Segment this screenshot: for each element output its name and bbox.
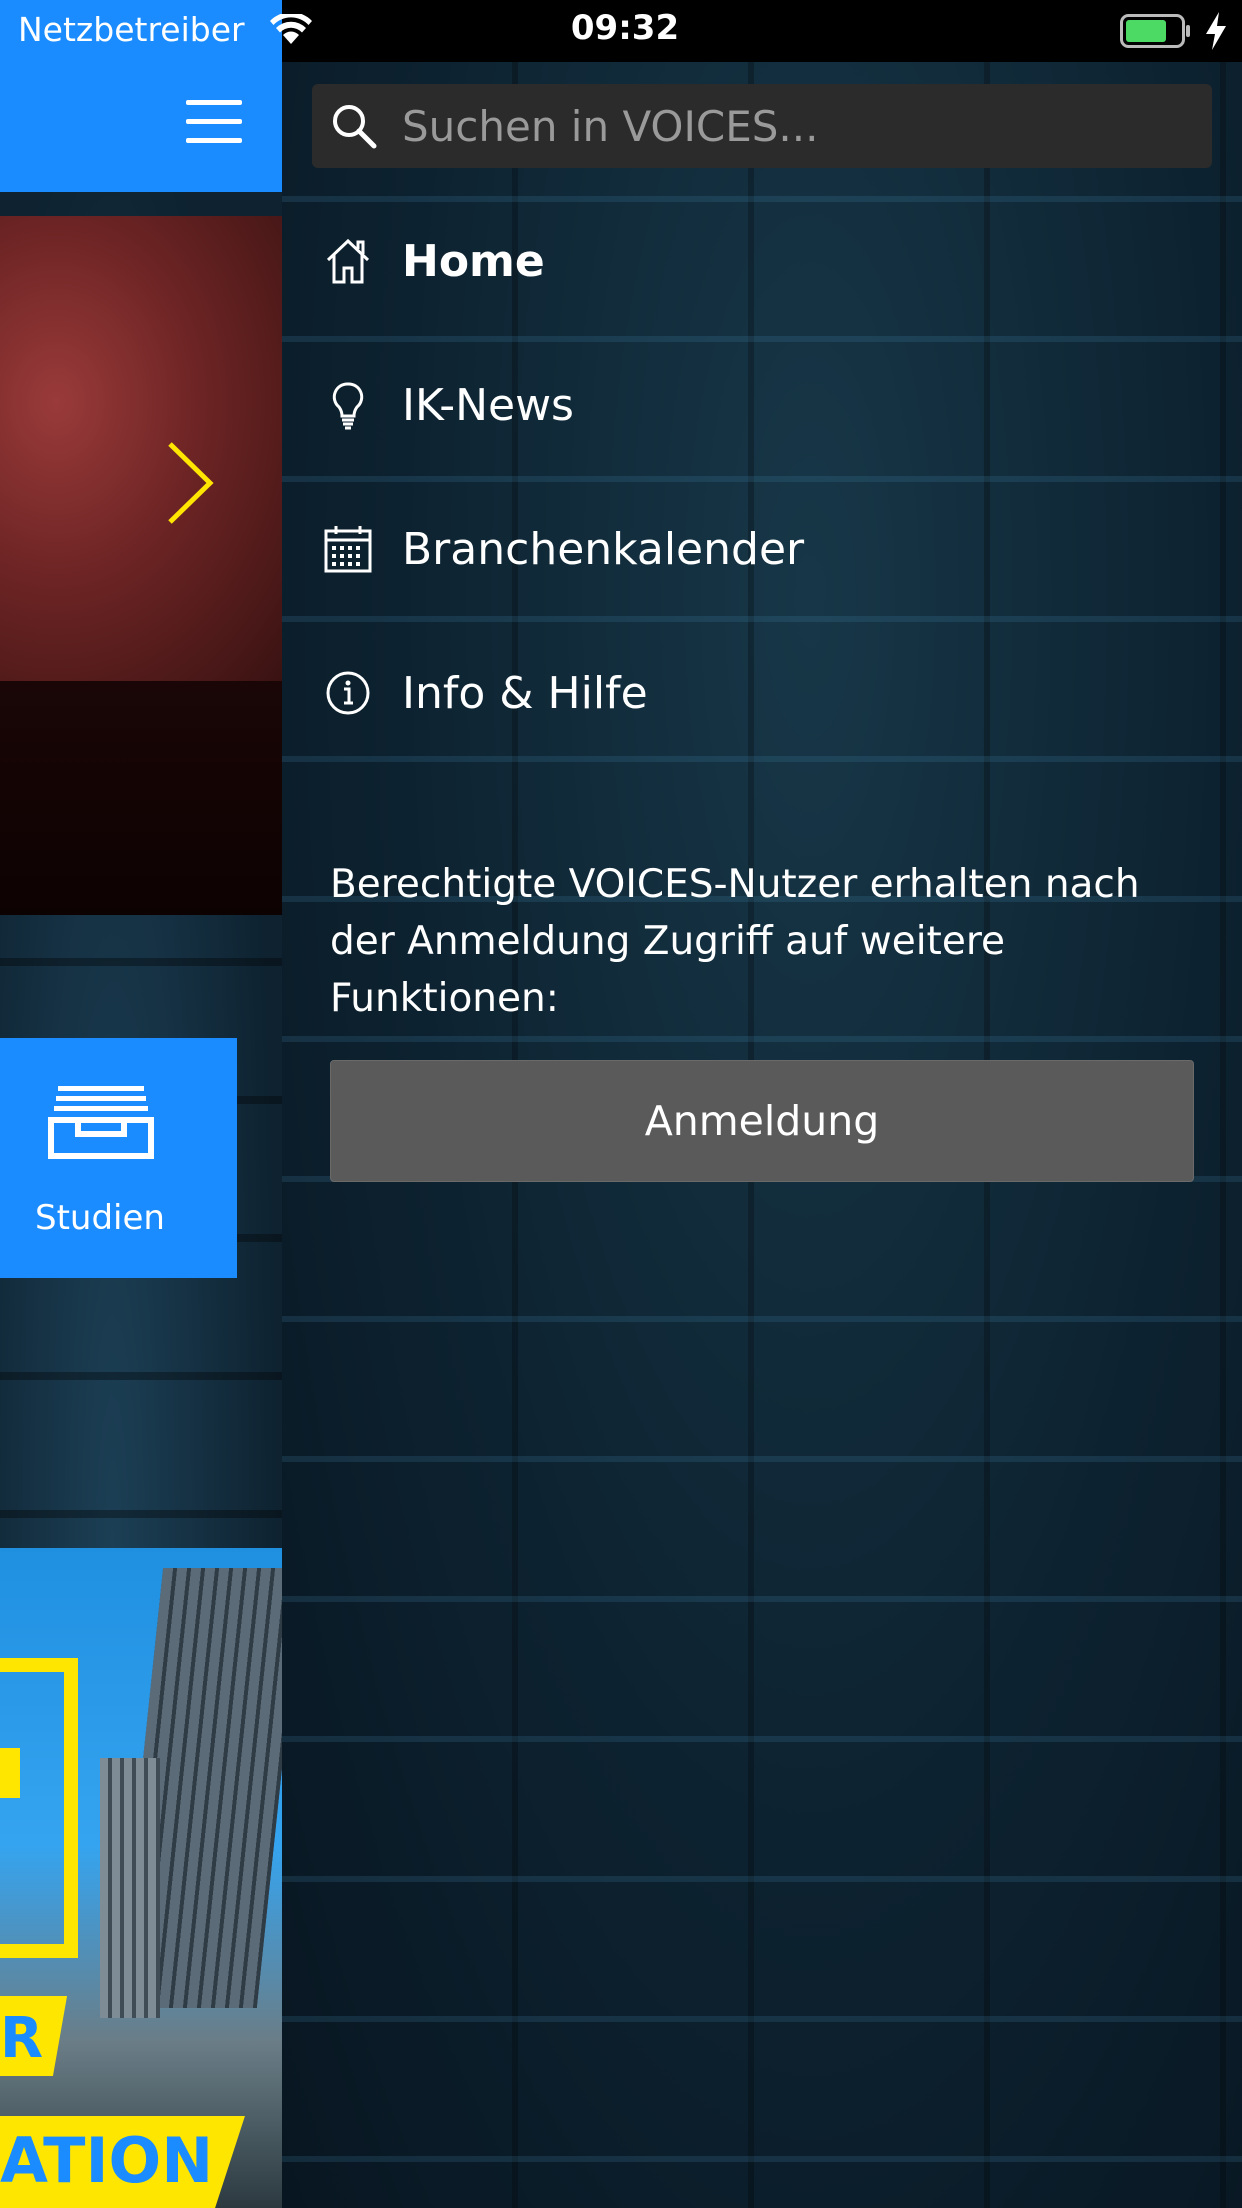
search-input[interactable] <box>402 94 1192 158</box>
menu-item-info-hilfe[interactable]: Info & Hilfe <box>282 624 1242 768</box>
search-box[interactable] <box>312 84 1212 168</box>
hero-slide-caption-area <box>0 681 282 915</box>
charging-bolt-icon <box>1206 12 1226 50</box>
menu-item-label: IK-News <box>402 380 574 431</box>
menu-item-home[interactable]: Home <box>282 192 1242 336</box>
lightbulb-icon <box>332 382 364 430</box>
hero-slide-image[interactable] <box>0 216 282 681</box>
promo-text-line2: ATION <box>0 2124 214 2197</box>
home-icon <box>326 238 370 284</box>
menu-toggle-button[interactable] <box>186 100 246 148</box>
battery-icon <box>1120 14 1190 48</box>
search-icon <box>333 105 377 149</box>
calendar-icon <box>324 526 372 573</box>
info-icon <box>326 671 370 715</box>
login-info-text: Berechtigte VOICES-Nutzer erhalten nach … <box>330 862 1140 1021</box>
menu-item-branchenkalender[interactable]: Branchenkalender <box>282 480 1242 624</box>
menu-item-label: Home <box>402 236 545 287</box>
chevron-right-icon[interactable] <box>160 438 220 528</box>
status-bar: Netzbetreiber 09:32 <box>0 0 1242 62</box>
underlying-home-page: Studien R ATION <box>0 0 282 2208</box>
menu-item-ik-news[interactable]: IK-News <box>282 336 1242 480</box>
hamburger-icon <box>186 100 242 105</box>
status-time: 09:32 <box>570 8 680 48</box>
side-menu-panel: Home IK-News Br <box>282 62 1242 2208</box>
promo-banner-image[interactable]: R ATION <box>0 1548 282 2208</box>
login-button[interactable]: Anmeldung <box>330 1060 1194 1182</box>
studien-label: Studien <box>35 1198 165 1238</box>
menu-item-label: Branchenkalender <box>402 524 805 575</box>
menu-item-label: Info & Hilfe <box>402 668 648 719</box>
promo-text-line1: R <box>0 2006 44 2071</box>
carrier-name: Netzbetreiber <box>18 10 245 49</box>
archive-box-icon <box>48 1086 154 1159</box>
app-screen: Studien R ATION Netzbetreiber 09:32 Such… <box>0 0 1242 2208</box>
studien-tile[interactable]: Studien <box>0 1038 237 1278</box>
wifi-icon <box>270 14 312 44</box>
